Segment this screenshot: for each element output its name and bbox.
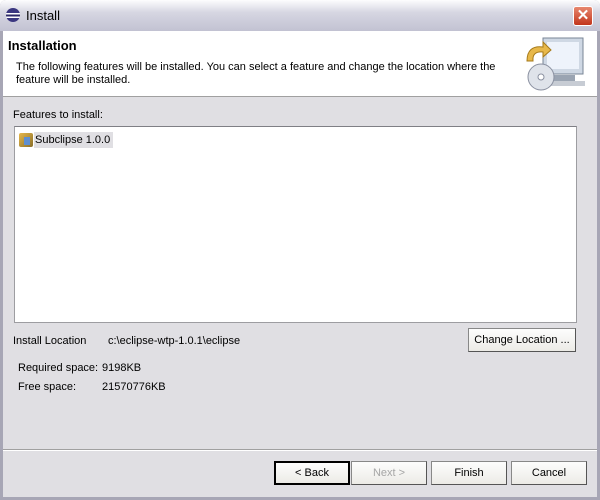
features-list[interactable]: Subclipse 1.0.0: [14, 126, 577, 323]
back-button[interactable]: < Back: [274, 461, 350, 485]
eclipse-icon: [6, 8, 20, 22]
feature-label: Subclipse 1.0.0: [34, 132, 114, 148]
window-title: Install: [26, 8, 60, 23]
cancel-button[interactable]: Cancel: [511, 461, 587, 485]
title-bar[interactable]: Install ✕: [0, 0, 600, 31]
next-button[interactable]: Next >: [351, 461, 427, 485]
page-description: The following features will be installed…: [16, 61, 496, 86]
free-space-value: 21570776KB: [102, 381, 166, 393]
close-button[interactable]: ✕: [573, 6, 593, 26]
dialog-body: Installation The following features will…: [3, 31, 597, 497]
install-dialog: Install ✕ Installation The following fea…: [0, 0, 600, 500]
separator: [3, 449, 597, 451]
wizard-header: Installation The following features will…: [3, 31, 597, 97]
page-title: Installation: [8, 38, 77, 53]
finish-button[interactable]: Finish: [431, 461, 507, 485]
change-location-button[interactable]: Change Location ...: [468, 328, 576, 352]
install-location-label: Install Location: [13, 335, 87, 347]
list-item[interactable]: Subclipse 1.0.0: [19, 132, 114, 148]
install-computer-icon: [526, 37, 585, 91]
feature-icon: [19, 133, 33, 147]
free-space-label: Free space:: [18, 381, 77, 393]
required-space-label: Required space:: [18, 362, 99, 374]
install-location-value: c:\eclipse-wtp-1.0.1\eclipse: [108, 335, 241, 347]
features-label: Features to install:: [13, 109, 103, 121]
required-space-value: 9198KB: [102, 362, 142, 374]
